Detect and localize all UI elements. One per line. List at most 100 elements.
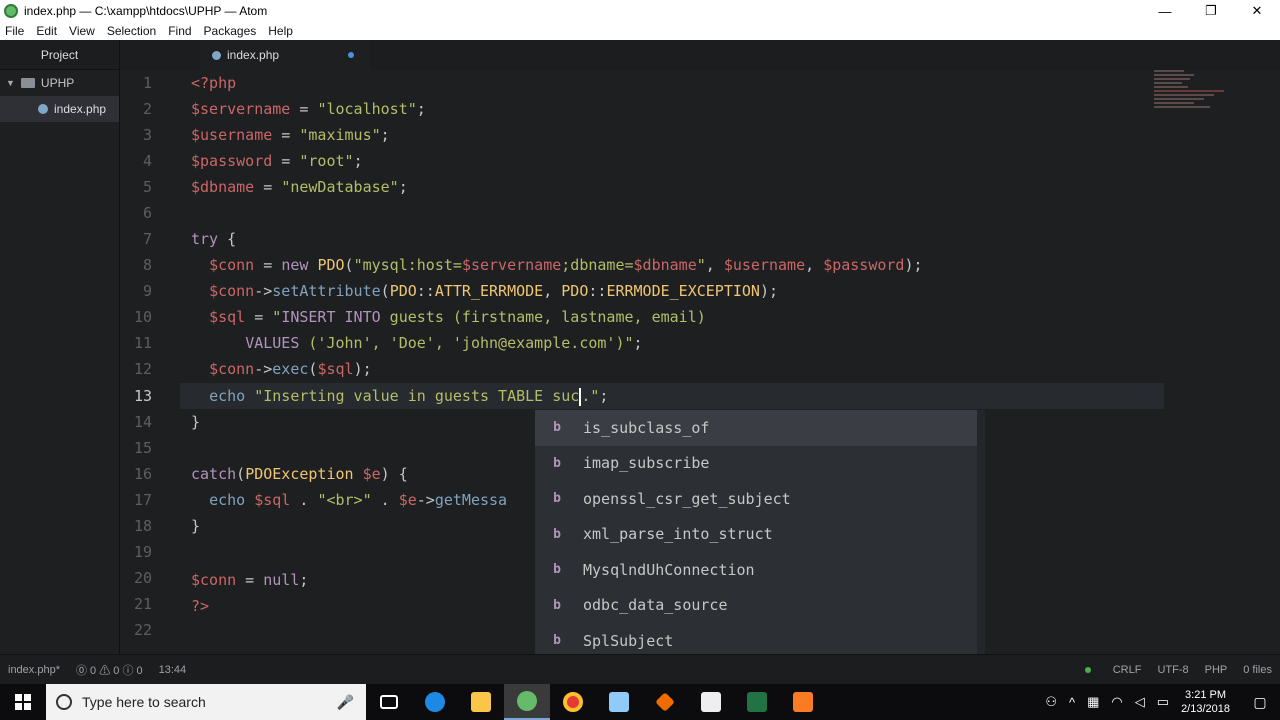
file-explorer-icon[interactable] [458, 684, 504, 720]
line-number: 22 [133, 621, 152, 639]
autocomplete-item-label: is_subclass_of [583, 418, 710, 437]
line-number: 8 [142, 256, 152, 274]
line-number: 2 [142, 100, 152, 118]
store-icon[interactable] [688, 684, 734, 720]
autocomplete-item-label: odbc_data_source [583, 596, 728, 615]
line-number: 14 [133, 413, 152, 431]
restore-button[interactable]: ❐ [1188, 0, 1234, 22]
builtin-type-icon: b [553, 526, 561, 542]
menu-help[interactable]: Help [268, 24, 293, 38]
code-line: $conn = null; [191, 571, 309, 589]
atom-taskbar-icon[interactable] [504, 684, 550, 720]
line-number: 4 [142, 152, 152, 170]
autocomplete-item[interactable]: b xml_parse_into_struct [535, 517, 985, 553]
modified-indicator-icon[interactable] [348, 52, 354, 58]
code-line: $password = "root"; [191, 152, 363, 170]
tree-file-index[interactable]: index.php [0, 96, 119, 122]
autocomplete-item-label: openssl_csr_get_subject [583, 489, 791, 508]
atom-logo-icon [4, 4, 18, 18]
builtin-type-icon: b [553, 597, 561, 613]
autocomplete-item[interactable]: b is_subclass_of [535, 410, 985, 446]
status-file[interactable]: index.php* [8, 664, 60, 676]
tree-root-label: UPHP [40, 76, 75, 90]
chevron-up-icon[interactable]: ^ [1069, 695, 1075, 710]
status-grammar[interactable]: PHP [1205, 664, 1228, 676]
status-encoding[interactable]: UTF-8 [1157, 664, 1188, 676]
windows-logo-icon [15, 694, 31, 710]
menu-selection[interactable]: Selection [107, 24, 156, 38]
keyboard-icon[interactable]: ▭ [1157, 694, 1169, 710]
autocomplete-item-label: MysqlndUhConnection [583, 560, 755, 579]
tool-icon[interactable] [642, 684, 688, 720]
project-tree: Project ▼ UPHP index.php [0, 40, 120, 654]
menu-view[interactable]: View [69, 24, 95, 38]
taskbar-search[interactable]: Type here to search 🎤 [46, 684, 366, 720]
autocomplete-item-label: imap_subscribe [583, 454, 710, 473]
autocomplete-item[interactable]: b openssl_csr_get_subject [535, 481, 985, 517]
chevron-down-icon: ▼ [6, 78, 15, 88]
status-line-ending[interactable]: CRLF [1113, 664, 1142, 676]
wifi-icon[interactable]: ◠ [1111, 694, 1122, 710]
autocomplete-item[interactable]: b odbc_data_source [535, 588, 985, 624]
status-diagnostics[interactable]: ⓪ 0 ⚠ 0 ⓘ 0 [76, 662, 143, 678]
code-line: } [191, 413, 201, 431]
tab-index-php[interactable]: index.php [200, 40, 370, 70]
network-tray-icon[interactable]: ▦ [1087, 694, 1099, 710]
volume-icon[interactable]: ◁ [1135, 694, 1145, 710]
line-number: 15 [133, 439, 152, 457]
clock-time: 3:21 PM [1185, 689, 1227, 701]
line-number: 16 [133, 465, 152, 483]
line-number: 5 [142, 178, 152, 196]
code-line-active: echo "Inserting value in guests TABLE su… [209, 387, 609, 406]
builtin-type-icon: b [553, 491, 561, 507]
microphone-icon[interactable]: 🎤 [337, 694, 354, 711]
git-status-icon [1084, 666, 1091, 673]
line-number: 10 [133, 308, 152, 326]
code-line: ?> [191, 597, 210, 615]
line-number: 19 [133, 543, 152, 561]
menu-packages[interactable]: Packages [204, 24, 257, 38]
status-cursor-position[interactable]: 13:44 [159, 664, 187, 676]
code-line: catch(PDOException $e) { [191, 465, 408, 483]
menu-file[interactable]: File [5, 24, 24, 38]
notepad-icon[interactable] [596, 684, 642, 720]
chrome-icon[interactable] [550, 684, 596, 720]
code-line: try { [191, 230, 237, 248]
task-view-icon[interactable] [366, 684, 412, 720]
minimap[interactable] [1154, 70, 1230, 130]
edge-icon[interactable] [412, 684, 458, 720]
autocomplete-scrollbar[interactable] [977, 410, 985, 684]
line-number: 17 [133, 491, 152, 509]
code-line: $sql = "INSERT INTO guests (firstname, l… [209, 308, 706, 326]
minimize-button[interactable]: — [1142, 0, 1188, 22]
people-icon[interactable]: ⚇ [1045, 694, 1057, 710]
status-files[interactable]: 0 files [1243, 664, 1272, 676]
line-number: 13 [133, 387, 152, 405]
excel-icon[interactable] [734, 684, 780, 720]
notification-icon[interactable]: ▢ [1240, 684, 1280, 720]
autocomplete-popup: b is_subclass_of b imap_subscribe b openssl_c… [535, 410, 985, 684]
line-number: 6 [142, 204, 152, 222]
start-button[interactable] [0, 684, 46, 720]
builtin-type-icon: b [553, 562, 561, 578]
autocomplete-item-label: xml_parse_into_struct [583, 525, 773, 544]
tree-file-label: index.php [54, 102, 107, 116]
clock[interactable]: 3:21 PM 2/13/2018 [1181, 688, 1230, 716]
window-title: index.php — C:\xampp\htdocs\UPHP — Atom [24, 4, 268, 18]
tree-root-folder[interactable]: ▼ UPHP [0, 70, 119, 96]
autocomplete-item[interactable]: b imap_subscribe [535, 446, 985, 482]
menu-edit[interactable]: Edit [36, 24, 57, 38]
tab-label: index.php [227, 48, 280, 62]
menu-bar: File Edit View Selection Find Packages H… [0, 22, 1280, 40]
autocomplete-item[interactable]: b MysqlndUhConnection [535, 552, 985, 588]
builtin-type-icon: b [553, 455, 561, 471]
builtin-type-icon: b [553, 633, 561, 649]
close-button[interactable]: ✕ [1234, 0, 1280, 22]
title-bar: index.php — C:\xampp\htdocs\UPHP — Atom … [0, 0, 1280, 22]
tree-header[interactable]: Project [0, 40, 119, 70]
xampp-icon[interactable] [780, 684, 826, 720]
tab-bar: index.php [120, 40, 1280, 70]
system-tray: ⚇ ^ ▦ ◠ ◁ ▭ 3:21 PM 2/13/2018 ▢ [1039, 684, 1280, 720]
menu-find[interactable]: Find [168, 24, 191, 38]
status-bar: index.php* ⓪ 0 ⚠ 0 ⓘ 0 13:44 CRLF UTF-8 … [0, 654, 1280, 684]
